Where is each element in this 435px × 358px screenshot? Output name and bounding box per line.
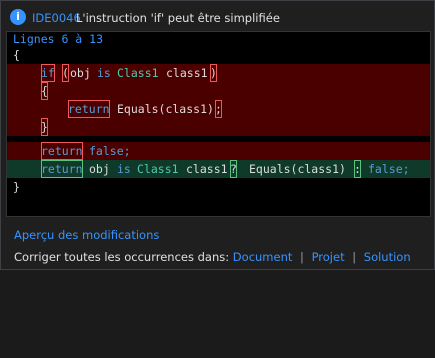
removed-line-return-false: return false; xyxy=(7,142,430,160)
removed-return-keyword: return xyxy=(68,100,110,118)
fix-all-solution-link[interactable]: Solution xyxy=(364,250,411,264)
line-range-label: Lignes 6 à 13 xyxy=(13,32,104,46)
quick-action-preview-popup: i IDE0046 L'instruction 'if' peut être s… xyxy=(0,0,435,270)
added-equals-call: Equals(class1) xyxy=(249,162,346,176)
removed-is-keyword: is xyxy=(97,66,111,80)
fix-all-row: Corriger toutes les occurrences dans: Do… xyxy=(14,250,411,264)
removed-brace-close: } xyxy=(41,118,48,136)
removed-false-literal: false; xyxy=(89,144,131,158)
preview-changes-link[interactable]: Aperçu des modifications xyxy=(14,228,159,242)
code-line-open-brace: { xyxy=(7,46,430,64)
removed-variable: class1 xyxy=(166,66,208,80)
removed-line-brace-close: } xyxy=(7,118,430,136)
added-obj: obj xyxy=(89,162,110,176)
separator: | xyxy=(352,250,357,264)
added-is-keyword: is xyxy=(117,162,131,176)
added-colon: : xyxy=(354,160,361,178)
open-brace: { xyxy=(13,48,20,62)
preview-footer: Aperçu des modifications Corriger toutes… xyxy=(1,219,434,269)
removed-obj: obj xyxy=(70,66,91,80)
added-return-keyword: return xyxy=(41,160,83,178)
removed-return-false-keyword: return xyxy=(41,142,83,160)
code-line-close-brace: } xyxy=(7,178,430,196)
removed-semicolon: ; xyxy=(215,100,222,118)
removed-line-return-equals: return Equals(class1) ; xyxy=(7,100,430,118)
separator: | xyxy=(300,250,304,264)
removed-if-keyword: if xyxy=(41,64,55,82)
added-variable: class1 xyxy=(186,162,228,176)
removed-brace-open: { xyxy=(41,82,48,100)
added-false-literal: false; xyxy=(368,162,410,176)
added-type-name: Class1 xyxy=(137,162,179,176)
close-brace: } xyxy=(13,180,20,194)
removed-paren-close: ) xyxy=(210,64,217,82)
diagnostic-message: L'instruction 'if' peut être simplifiée xyxy=(76,11,280,25)
fix-all-project-link[interactable]: Projet xyxy=(312,250,345,264)
removed-line-brace-open: { xyxy=(7,82,430,100)
removed-paren-open: ( xyxy=(62,64,69,82)
info-icon: i xyxy=(10,9,26,25)
fix-all-document-link[interactable]: Document xyxy=(233,250,293,264)
added-question-mark: ? xyxy=(230,160,237,178)
fix-all-label: Corriger toutes les occurrences dans: xyxy=(14,250,230,264)
removed-type-name: Class1 xyxy=(117,66,159,80)
added-line-ternary: return obj is Class1 class1 ? Equals(cla… xyxy=(7,160,430,178)
removed-equals-call: Equals(class1) xyxy=(117,102,214,116)
diagnostic-header: i IDE0046 L'instruction 'if' peut être s… xyxy=(1,1,434,33)
removed-line-if: if ( obj is Class1 class1 ) xyxy=(7,64,430,82)
code-diff-preview: Lignes 6 à 13 { if ( obj is Class1 class… xyxy=(6,31,431,217)
diagnostic-id-link[interactable]: IDE0046 xyxy=(32,11,81,25)
